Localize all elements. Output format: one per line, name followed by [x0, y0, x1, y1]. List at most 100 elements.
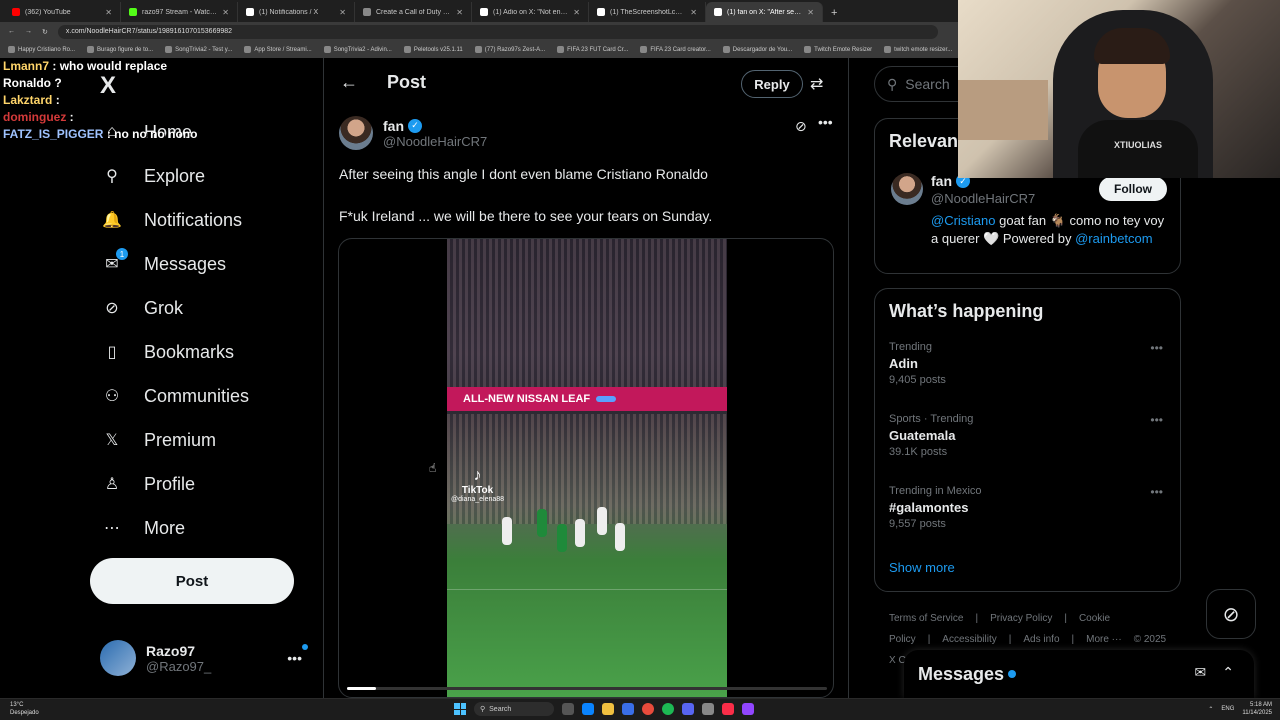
bookmark-item[interactable]: twitch emote resizer...: [884, 46, 952, 53]
url-field[interactable]: x.com/NoodleHairCR7/status/1989161070153…: [57, 24, 938, 39]
video-player[interactable]: ALL-NEW NISSAN LEAF ♪ TikTok @diana_elen…: [447, 239, 727, 697]
relevant-name[interactable]: fan: [931, 173, 952, 189]
browser-tab[interactable]: Create a Call of Duty (2003 - 2 ✕: [355, 2, 472, 22]
back-arrow-icon[interactable]: ←: [340, 72, 358, 93]
bookmark-item[interactable]: Descargador de You...: [722, 46, 792, 53]
post-button[interactable]: Post: [90, 558, 294, 604]
bookmark-item[interactable]: Happy Cristiano Ro...: [8, 46, 75, 53]
bookmark-item[interactable]: Twitch Emote Resizer: [804, 46, 872, 53]
close-tab-icon[interactable]: ✕: [573, 8, 580, 17]
steam-icon[interactable]: [702, 703, 714, 715]
nav-item-profile[interactable]: ♙ Profile: [100, 466, 195, 502]
task-view-icon[interactable]: [562, 703, 574, 715]
bookmark-item[interactable]: SongTrivia2 - Adivin...: [323, 46, 392, 53]
bookmark-item[interactable]: Burago figure de to...: [87, 46, 153, 53]
bookmark-item[interactable]: (77) Razo97s Zest-A...: [474, 46, 545, 53]
twitch-icon[interactable]: [742, 703, 754, 715]
back-nav-icon[interactable]: ←: [8, 28, 15, 35]
close-tab-icon[interactable]: ✕: [222, 8, 229, 17]
trend-name: Guatemala: [889, 428, 956, 443]
system-clock[interactable]: 5:18 AM 11/14/2025: [1242, 701, 1272, 717]
close-tab-icon[interactable]: ✕: [807, 8, 814, 17]
tweet-media[interactable]: ALL-NEW NISSAN LEAF ♪ TikTok @diana_elen…: [338, 238, 834, 698]
browser-tab[interactable]: (1) TheScreenshotLcd on X: "2 ✕: [589, 2, 706, 22]
shelf-image: [958, 80, 1048, 140]
footer-link[interactable]: Terms of Service: [889, 613, 963, 624]
sliders-icon[interactable]: ⇄: [810, 74, 823, 94]
reply-button[interactable]: Reply: [741, 70, 803, 98]
nav-item-notifications[interactable]: 🔔 Notifications: [100, 202, 242, 238]
account-switcher[interactable]: Razo97 @Razo97_ •••: [100, 638, 310, 678]
grok-icon[interactable]: ⊘: [795, 118, 807, 135]
store-icon[interactable]: [622, 703, 634, 715]
file-explorer-icon[interactable]: [602, 703, 614, 715]
bookmark-label: SongTrivia2 - Test y...: [175, 46, 233, 53]
browser-tab[interactable]: (1) Adio on X: "Not enough ad ✕: [472, 2, 589, 22]
bookmark-favicon-icon: [722, 46, 730, 53]
more-horizontal-icon[interactable]: •••: [287, 650, 302, 666]
left-navigation: X ⌂ Home ⚲ Explore 🔔 Notifications ✉ 1 Messages ⊘…: [0, 58, 323, 698]
more-horizontal-icon[interactable]: •••: [1150, 341, 1163, 355]
bookmark-item[interactable]: FIFA 23 Card creator...: [640, 46, 711, 53]
compose-message-icon[interactable]: ✉: [1195, 664, 1207, 681]
lang-indicator[interactable]: ENG: [1221, 706, 1234, 712]
browser-tab[interactable]: (362) YouTube ✕: [4, 2, 121, 22]
more-horizontal-icon[interactable]: •••: [1150, 485, 1163, 499]
browser-tab[interactable]: (1) fan on X: "After seeing this ✕: [706, 2, 823, 22]
author-handle[interactable]: @NoodleHairCR7: [383, 134, 487, 149]
windows-start-icon[interactable]: [454, 703, 466, 715]
grok-icon[interactable]: ⊘: [1206, 589, 1256, 639]
messages-drawer[interactable]: Messages ✉ ⌃: [904, 650, 1254, 698]
close-tab-icon[interactable]: ✕: [339, 8, 346, 17]
taskbar-search[interactable]: ⚲ Search: [474, 702, 554, 716]
mention-link[interactable]: @rainbetcom: [1075, 231, 1153, 246]
nav-item-more[interactable]: ⋯ More: [100, 510, 185, 546]
forward-nav-icon[interactable]: →: [25, 28, 32, 35]
close-tab-icon[interactable]: ✕: [456, 8, 463, 17]
close-tab-icon[interactable]: ✕: [105, 8, 112, 17]
weather-widget[interactable]: 13°C Despejado: [10, 701, 39, 717]
spotify-icon[interactable]: [662, 703, 674, 715]
trend-item[interactable]: Trending Adin 9,405 posts •••: [889, 341, 1169, 386]
relevant-handle[interactable]: @NoodleHairCR7: [931, 191, 1035, 206]
show-more-link[interactable]: Show more: [889, 560, 955, 575]
new-tab-button[interactable]: +: [823, 7, 845, 22]
nav-item-communities[interactable]: ⚇ Communities: [100, 378, 249, 414]
nav-item-premium[interactable]: 𝕏 Premium: [100, 422, 216, 458]
browser-tab[interactable]: (1) Notifications / X ✕: [238, 2, 355, 22]
author-name[interactable]: fan: [383, 118, 404, 134]
edge-icon[interactable]: [582, 703, 594, 715]
trend-item[interactable]: Trending in Mexico #galamontes 9,557 posts…: [889, 485, 1169, 530]
avatar[interactable]: [891, 173, 923, 205]
nav-item-messages[interactable]: ✉ 1 Messages: [100, 246, 226, 282]
footer-link[interactable]: Accessibility: [942, 634, 996, 645]
bookmark-item[interactable]: FIFA 23 FUT Card Cr...: [557, 46, 628, 53]
more-horizontal-icon[interactable]: •••: [1150, 413, 1163, 427]
reload-icon[interactable]: ↻: [42, 28, 48, 36]
bookmark-item[interactable]: App Store / Streami...: [244, 46, 312, 53]
nav-item-grok[interactable]: ⊘ Grok: [100, 290, 183, 326]
more-horizontal-icon[interactable]: •••: [818, 114, 833, 130]
nav-item-bookmarks[interactable]: ▯ Bookmarks: [100, 334, 234, 370]
nav-item-explore[interactable]: ⚲ Explore: [100, 158, 205, 194]
video-progress-bar[interactable]: [347, 687, 827, 690]
music-icon[interactable]: [722, 703, 734, 715]
chat-text: Ronaldo ?: [3, 76, 62, 90]
trend-item[interactable]: Sports · Trending Guatemala 39.1K posts •••: [889, 413, 1169, 458]
browser-tab[interactable]: razo97 Stream - Watch Live on ✕: [121, 2, 238, 22]
bookmark-item[interactable]: Peletools v25.1.11: [403, 46, 463, 53]
author-avatar[interactable]: [339, 116, 373, 150]
tweet-author[interactable]: fan ✓ @NoodleHairCR7: [339, 116, 487, 150]
footer-link[interactable]: Privacy Policy: [990, 613, 1052, 624]
chrome-icon[interactable]: [642, 703, 654, 715]
bookmark-item[interactable]: SongTrivia2 - Test y...: [165, 46, 232, 53]
close-tab-icon[interactable]: ✕: [690, 8, 697, 17]
footer-link[interactable]: Ads info: [1023, 634, 1059, 645]
mention-link[interactable]: @Cristiano: [931, 213, 996, 228]
tray-chevron-icon[interactable]: ⌃: [1208, 706, 1213, 713]
footer-link[interactable]: More ···: [1086, 634, 1122, 645]
discord-icon[interactable]: [682, 703, 694, 715]
bookmark-favicon-icon: [323, 46, 331, 53]
follow-button[interactable]: Follow: [1099, 177, 1167, 201]
expand-up-icon[interactable]: ⌃: [1222, 664, 1234, 681]
